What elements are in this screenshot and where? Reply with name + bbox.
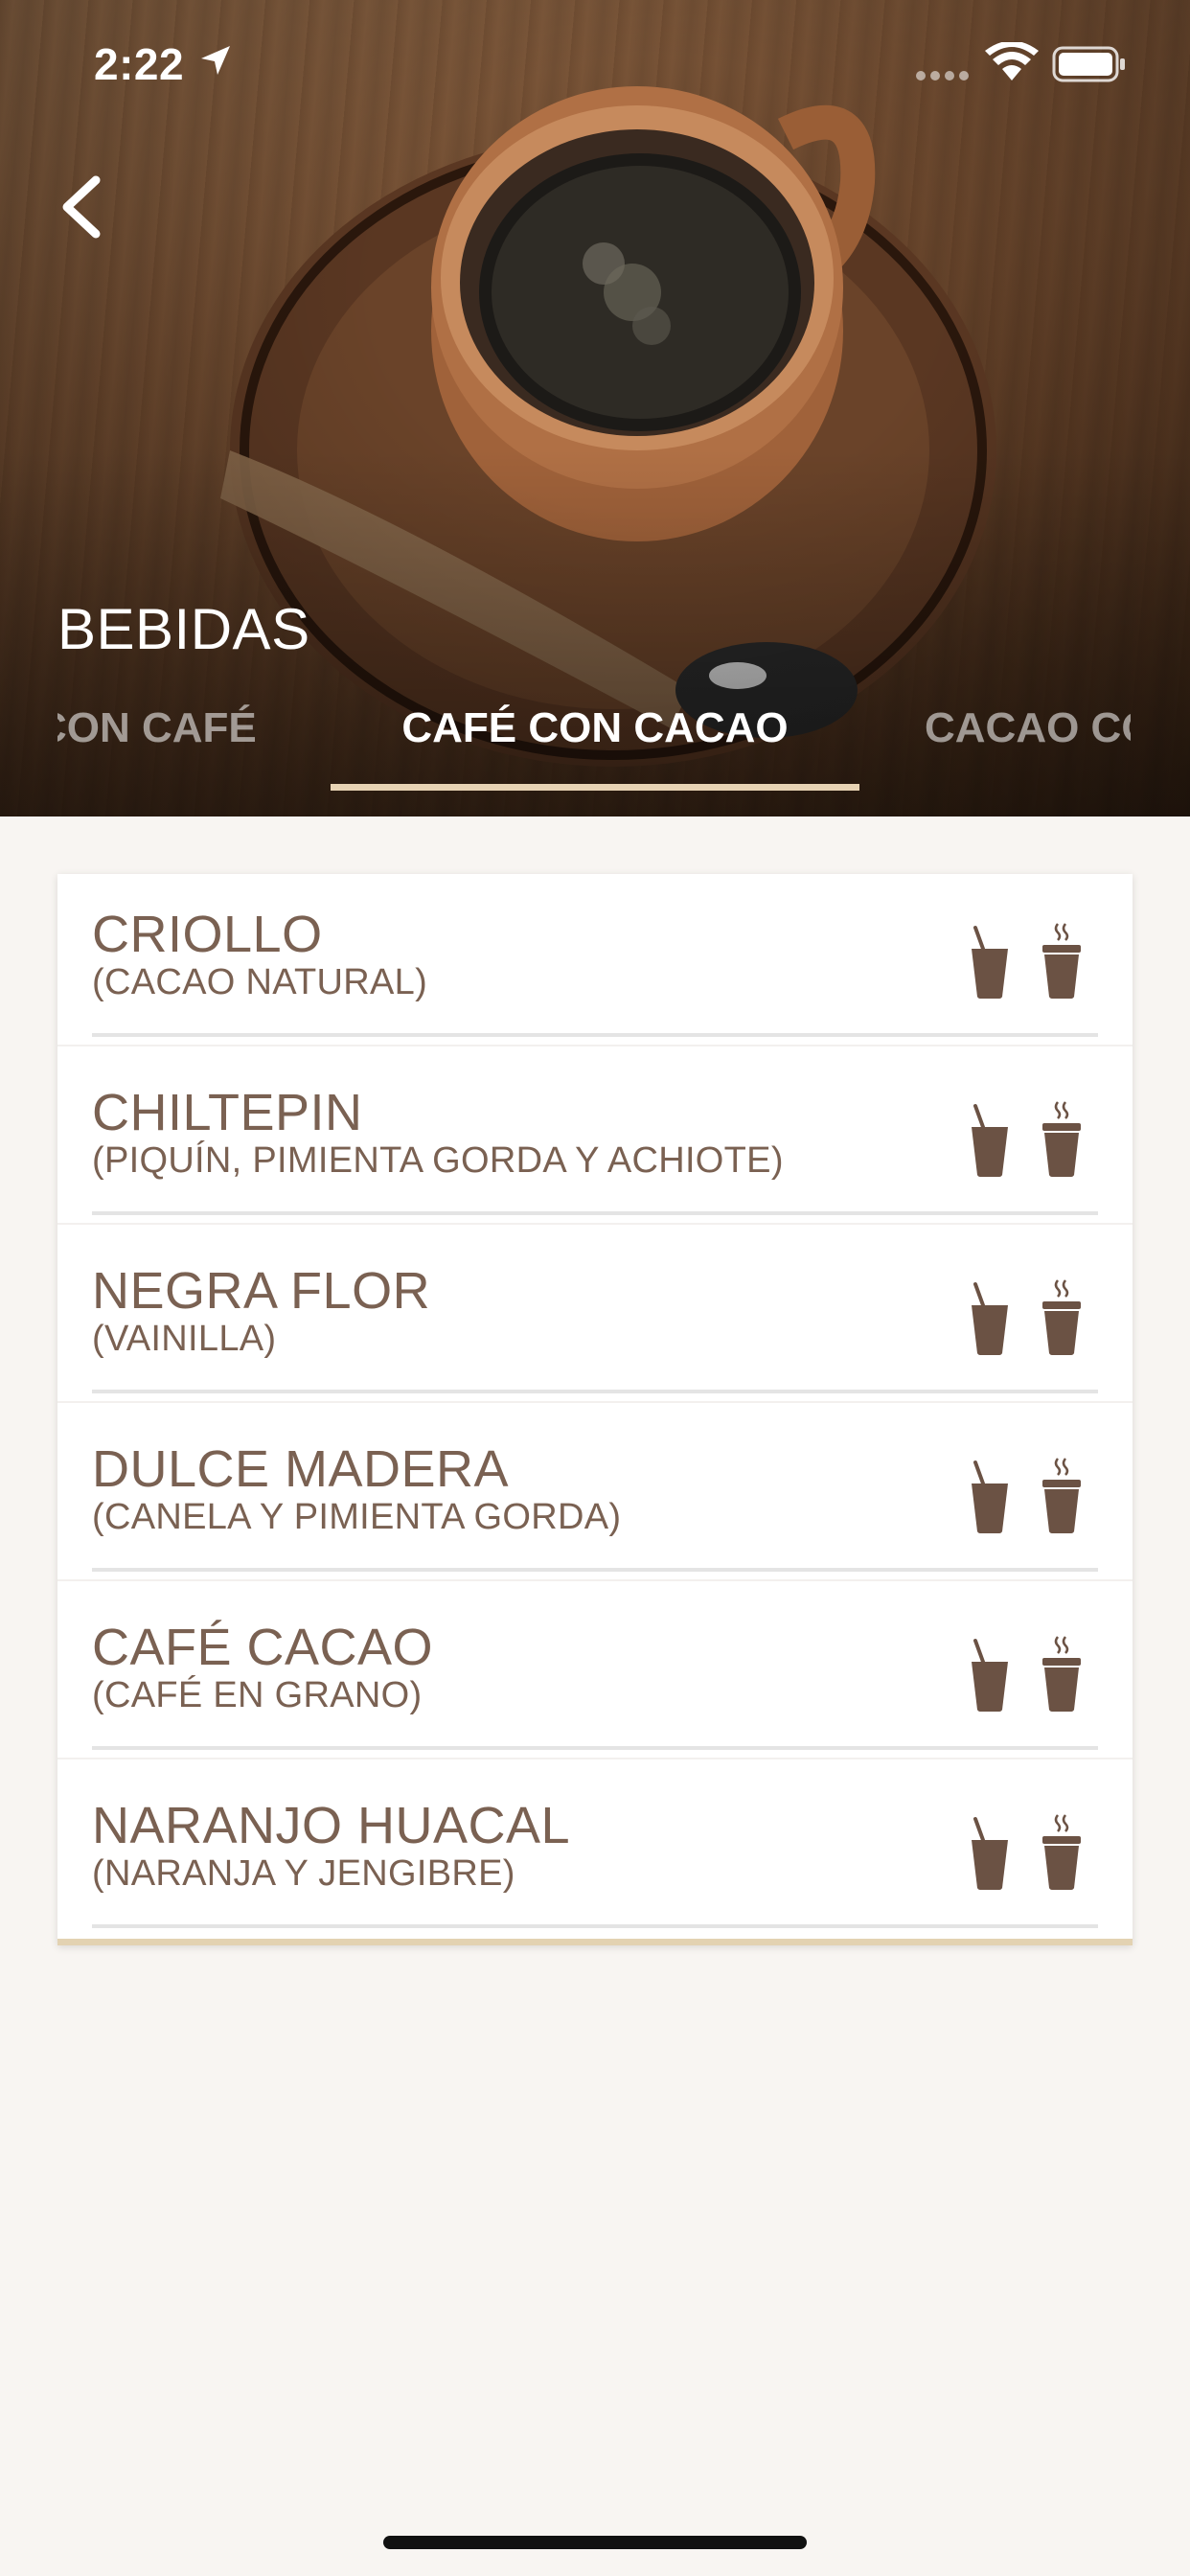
list-item[interactable]: CAFÉ CACAO (CAFÉ EN GRANO) — [57, 1587, 1133, 1765]
hot-drink-icon[interactable] — [1041, 1811, 1083, 1892]
row-divider — [92, 1924, 1098, 1928]
category-tabs: CON CAFÉ CAFÉ CON CACAO CACAO CON — [0, 704, 1190, 781]
list-item[interactable]: NEGRA FLOR (VAINILLA) — [57, 1230, 1133, 1409]
battery-icon — [1052, 46, 1125, 82]
drinks-list: CRIOLLO (CACAO NATURAL) CHILTEPIN (PIQUÍ… — [57, 874, 1133, 1945]
hero-image — [0, 0, 1190, 816]
drink-description: (PIQUÍN, PIMIENTA GORDA Y ACHIOTE) — [92, 1140, 784, 1181]
drink-description: (CACAO NATURAL) — [92, 962, 428, 1002]
list-item[interactable]: CHILTEPIN (PIQUÍN, PIMIENTA GORDA Y ACHI… — [57, 1052, 1133, 1230]
signal-icon — [916, 71, 969, 80]
hot-drink-icon[interactable] — [1041, 1455, 1083, 1535]
drink-name: NARANJO HUACAL — [92, 1797, 571, 1854]
hot-drink-icon[interactable] — [1041, 1633, 1083, 1714]
hero-overlay — [0, 0, 1190, 816]
tab-cafe-con-cacao[interactable]: CAFÉ CON CACAO — [331, 704, 859, 752]
hot-drink-icon[interactable] — [1041, 920, 1083, 1000]
tab-cacao-con[interactable]: CACAO CON — [925, 704, 1131, 752]
tab-label: CAFÉ CON CACAO — [401, 704, 789, 751]
tab-con-cafe[interactable]: CON CAFÉ — [57, 704, 278, 752]
active-tab-indicator — [331, 784, 859, 791]
row-separator — [57, 1223, 1133, 1225]
back-chevron-icon[interactable] — [54, 172, 111, 242]
drink-name: DULCE MADERA — [92, 1440, 510, 1498]
list-item[interactable]: NARANJO HUACAL (NARANJA Y JENGIBRE) — [57, 1765, 1133, 1944]
drink-name: CRIOLLO — [92, 906, 323, 963]
cold-drink-icon[interactable] — [970, 1815, 1012, 1892]
list-item[interactable]: CRIOLLO (CACAO NATURAL) — [57, 874, 1133, 1052]
row-divider — [92, 1211, 1098, 1215]
location-arrow-icon — [201, 46, 230, 75]
drink-description: (CAFÉ EN GRANO) — [92, 1675, 423, 1715]
status-time: 2:22 — [94, 39, 185, 89]
drink-name: CAFÉ CACAO — [92, 1619, 434, 1676]
row-divider — [92, 1568, 1098, 1572]
drink-description: (NARANJA Y JENGIBRE) — [92, 1853, 515, 1894]
row-divider — [92, 1746, 1098, 1750]
row-separator — [57, 1579, 1133, 1581]
hot-drink-icon[interactable] — [1041, 1276, 1083, 1357]
tab-label: CON CAFÉ — [57, 704, 257, 751]
cold-drink-icon[interactable] — [970, 924, 1012, 1000]
row-separator — [57, 1401, 1133, 1403]
cold-drink-icon[interactable] — [970, 1280, 1012, 1357]
row-separator — [57, 1045, 1133, 1046]
row-divider — [92, 1033, 1098, 1037]
drink-description: (VAINILLA) — [92, 1319, 277, 1359]
hot-drink-icon[interactable] — [1041, 1098, 1083, 1179]
drink-name: NEGRA FLOR — [92, 1262, 431, 1320]
home-indicator[interactable] — [383, 2536, 807, 2549]
row-divider — [92, 1390, 1098, 1393]
drink-description: (CANELA Y PIMIENTA GORDA) — [92, 1497, 622, 1537]
tab-label: CACAO CON — [925, 704, 1131, 751]
cold-drink-icon[interactable] — [970, 1637, 1012, 1714]
list-item[interactable]: DULCE MADERA (CANELA Y PIMIENTA GORDA) — [57, 1409, 1133, 1587]
row-separator — [57, 1758, 1133, 1760]
drink-name: CHILTEPIN — [92, 1084, 363, 1141]
cold-drink-icon[interactable] — [970, 1459, 1012, 1535]
cold-drink-icon[interactable] — [970, 1102, 1012, 1179]
page-title: BEBIDAS — [57, 597, 310, 661]
wifi-icon — [985, 42, 1039, 80]
